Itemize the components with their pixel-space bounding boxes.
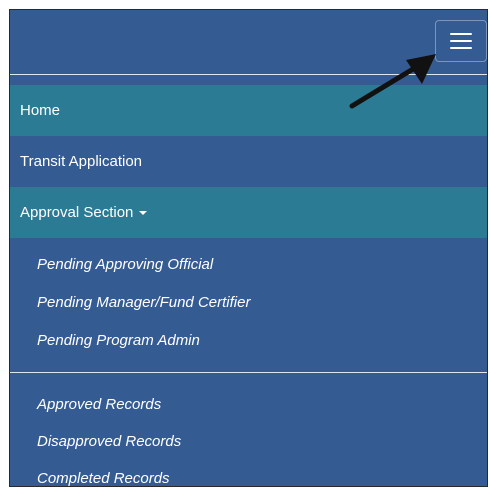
dropdown-item-approved-records[interactable]: Approved Records	[37, 396, 161, 413]
dropdown-divider	[10, 372, 487, 373]
arrow-pointer-icon	[349, 54, 436, 109]
dropdown-item-pending-approving-official[interactable]: Pending Approving Official	[37, 256, 213, 273]
nav-item-label: Transit Application	[20, 153, 143, 170]
nav-item-label: Approval Section	[20, 204, 134, 221]
nav-item-approval-section[interactable]: Approval Section	[10, 187, 487, 238]
navbar-panel: Home Transit Application Approval Sectio…	[9, 9, 488, 487]
dropdown-item-completed-records[interactable]: Completed Records	[37, 470, 170, 486]
caret-down-icon	[139, 211, 148, 216]
menu-toggle-button[interactable]	[435, 20, 487, 62]
dropdown-item-disapproved-records[interactable]: Disapproved Records	[37, 433, 181, 450]
hamburger-menu-icon	[450, 33, 472, 35]
dropdown-item-pending-manager-fund-certifier[interactable]: Pending Manager/Fund Certifier	[37, 294, 250, 311]
nav-item-transit-application[interactable]: Transit Application	[10, 136, 487, 187]
dropdown-item-pending-program-admin[interactable]: Pending Program Admin	[37, 332, 200, 349]
hamburger-menu-icon	[450, 40, 472, 42]
nav-item-label: Home	[20, 102, 61, 119]
hamburger-menu-icon	[450, 47, 472, 49]
